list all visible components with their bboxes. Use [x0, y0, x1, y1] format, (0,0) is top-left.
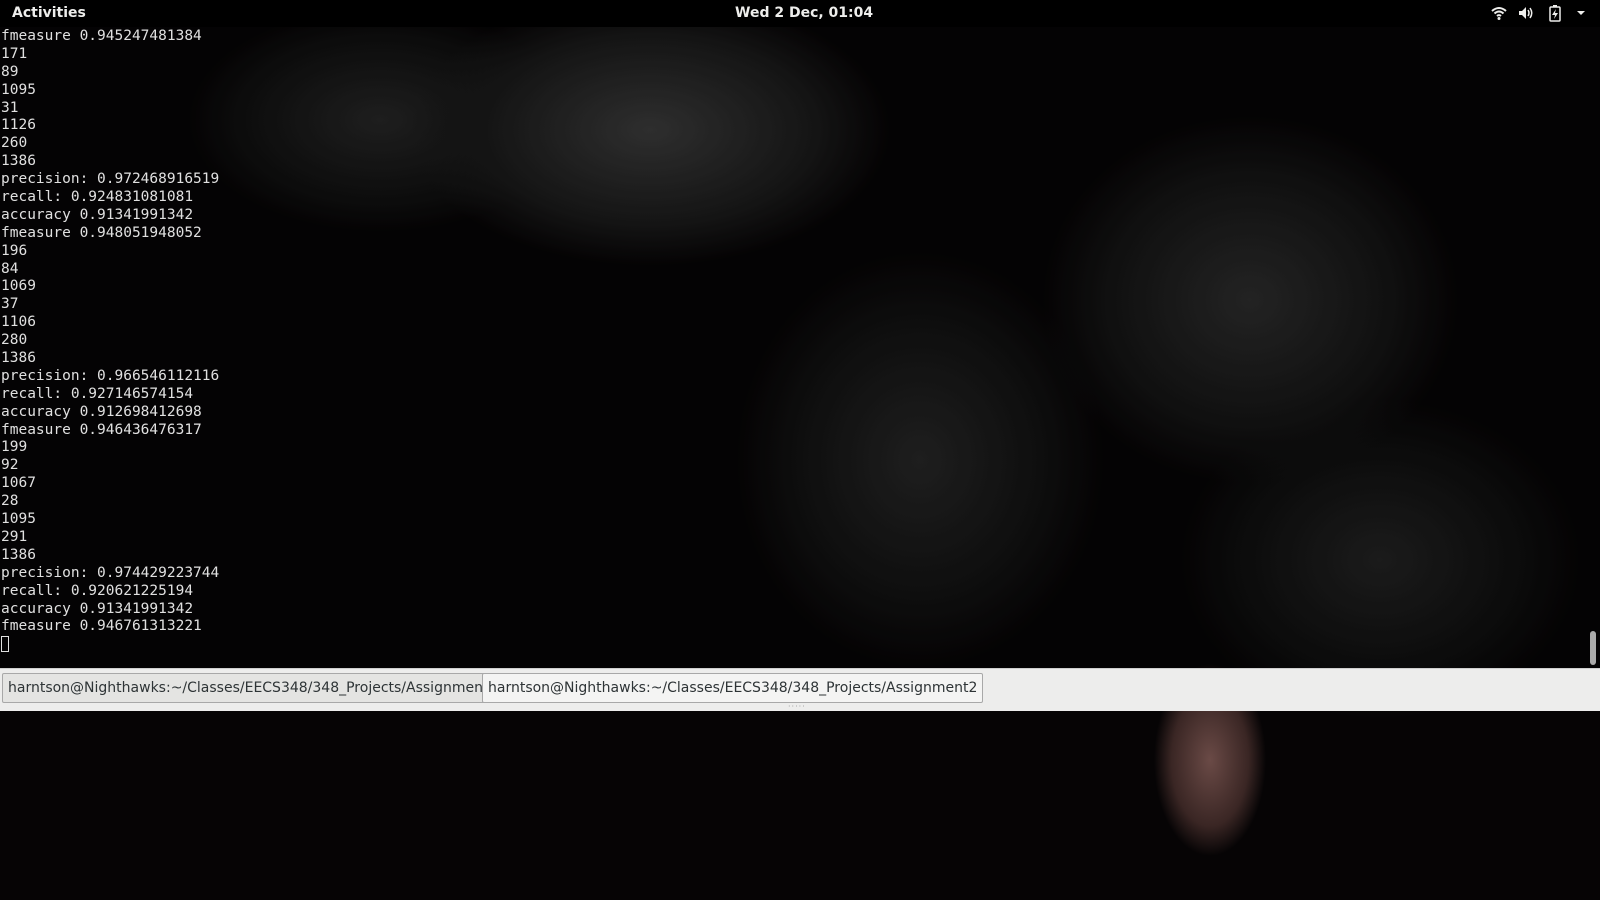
- terminal-line: 89: [1, 63, 19, 80]
- terminal-line: 1386: [1, 350, 36, 367]
- terminal-line: 84: [1, 260, 19, 277]
- terminal-line: 199: [1, 439, 28, 456]
- desktop: Activities Wed 2 Dec, 01:04 fmeasure 0.9…: [0, 0, 1600, 900]
- terminal-output: fmeasure 0.945247481384 171 89 1095 31 1126 26…: [1, 28, 219, 654]
- terminal-line: 31: [1, 99, 19, 116]
- terminal-line: 28: [1, 493, 19, 510]
- terminal-line: recall: 0.927146574154: [1, 385, 194, 402]
- terminal-line: 1069: [1, 278, 36, 295]
- terminal-line: fmeasure 0.946761313221: [1, 618, 202, 635]
- terminal-line: recall: 0.924831081081: [1, 189, 194, 206]
- scrollbar-thumb[interactable]: [1590, 631, 1596, 665]
- terminal-line: 92: [1, 457, 19, 474]
- terminal-line: precision: 0.972468916519: [1, 171, 220, 188]
- volume-icon[interactable]: [1517, 4, 1535, 22]
- terminal-line: 260: [1, 135, 28, 152]
- pane-resize-grip[interactable]: ·····: [788, 703, 812, 711]
- terminal-line: 1386: [1, 546, 36, 563]
- terminal-line: precision: 0.974429223744: [1, 564, 220, 581]
- battery-icon[interactable]: [1546, 4, 1564, 22]
- terminal-line: recall: 0.920621225194: [1, 582, 194, 599]
- terminal-line: precision: 0.966546112116: [1, 367, 220, 384]
- terminal-line: fmeasure 0.946436476317: [1, 421, 202, 438]
- tab-assignment2[interactable]: harntson@Nighthawks:~/Classes/EECS348/34…: [482, 673, 984, 703]
- terminal-line: 1095: [1, 511, 36, 528]
- terminal-line: fmeasure 0.948051948052: [1, 224, 202, 241]
- terminal-line: 280: [1, 332, 28, 349]
- terminal-line: 1106: [1, 314, 36, 331]
- terminal-line: 1095: [1, 81, 36, 98]
- terminal-line: 1067: [1, 475, 36, 492]
- terminal-line: fmeasure 0.945247481384: [1, 28, 202, 44]
- terminal-line: accuracy 0.91341991342: [1, 600, 194, 617]
- terminal-line: 1386: [1, 153, 36, 170]
- terminal-line: accuracy 0.912698412698: [1, 403, 202, 420]
- terminal-line: 1126: [1, 117, 36, 134]
- tab-assignment4[interactable]: harntson@Nighthawks:~/Classes/EECS348/34…: [2, 673, 504, 703]
- terminal-line: 37: [1, 296, 19, 313]
- terminal-window[interactable]: fmeasure 0.945247481384 171 89 1095 31 1126 26…: [0, 27, 1600, 668]
- clock[interactable]: Wed 2 Dec, 01:04: [735, 5, 873, 21]
- terminal-scrollbar[interactable]: [1587, 27, 1600, 668]
- terminal-line: 196: [1, 242, 28, 259]
- terminal-prompt-line[interactable]: [1, 636, 219, 654]
- terminal-line: 291: [1, 528, 28, 545]
- activities-button[interactable]: Activities: [12, 5, 86, 21]
- wifi-icon[interactable]: [1490, 4, 1508, 22]
- terminal-line: 171: [1, 45, 28, 62]
- terminal-line: accuracy 0.91341991342: [1, 206, 194, 223]
- text-cursor: [1, 636, 9, 653]
- top-bar: Activities Wed 2 Dec, 01:04: [0, 0, 1600, 27]
- terminal-tab-bar: harntson@Nighthawks:~/Classes/EECS348/34…: [0, 668, 1600, 711]
- menu-arrow-icon[interactable]: [1572, 4, 1590, 22]
